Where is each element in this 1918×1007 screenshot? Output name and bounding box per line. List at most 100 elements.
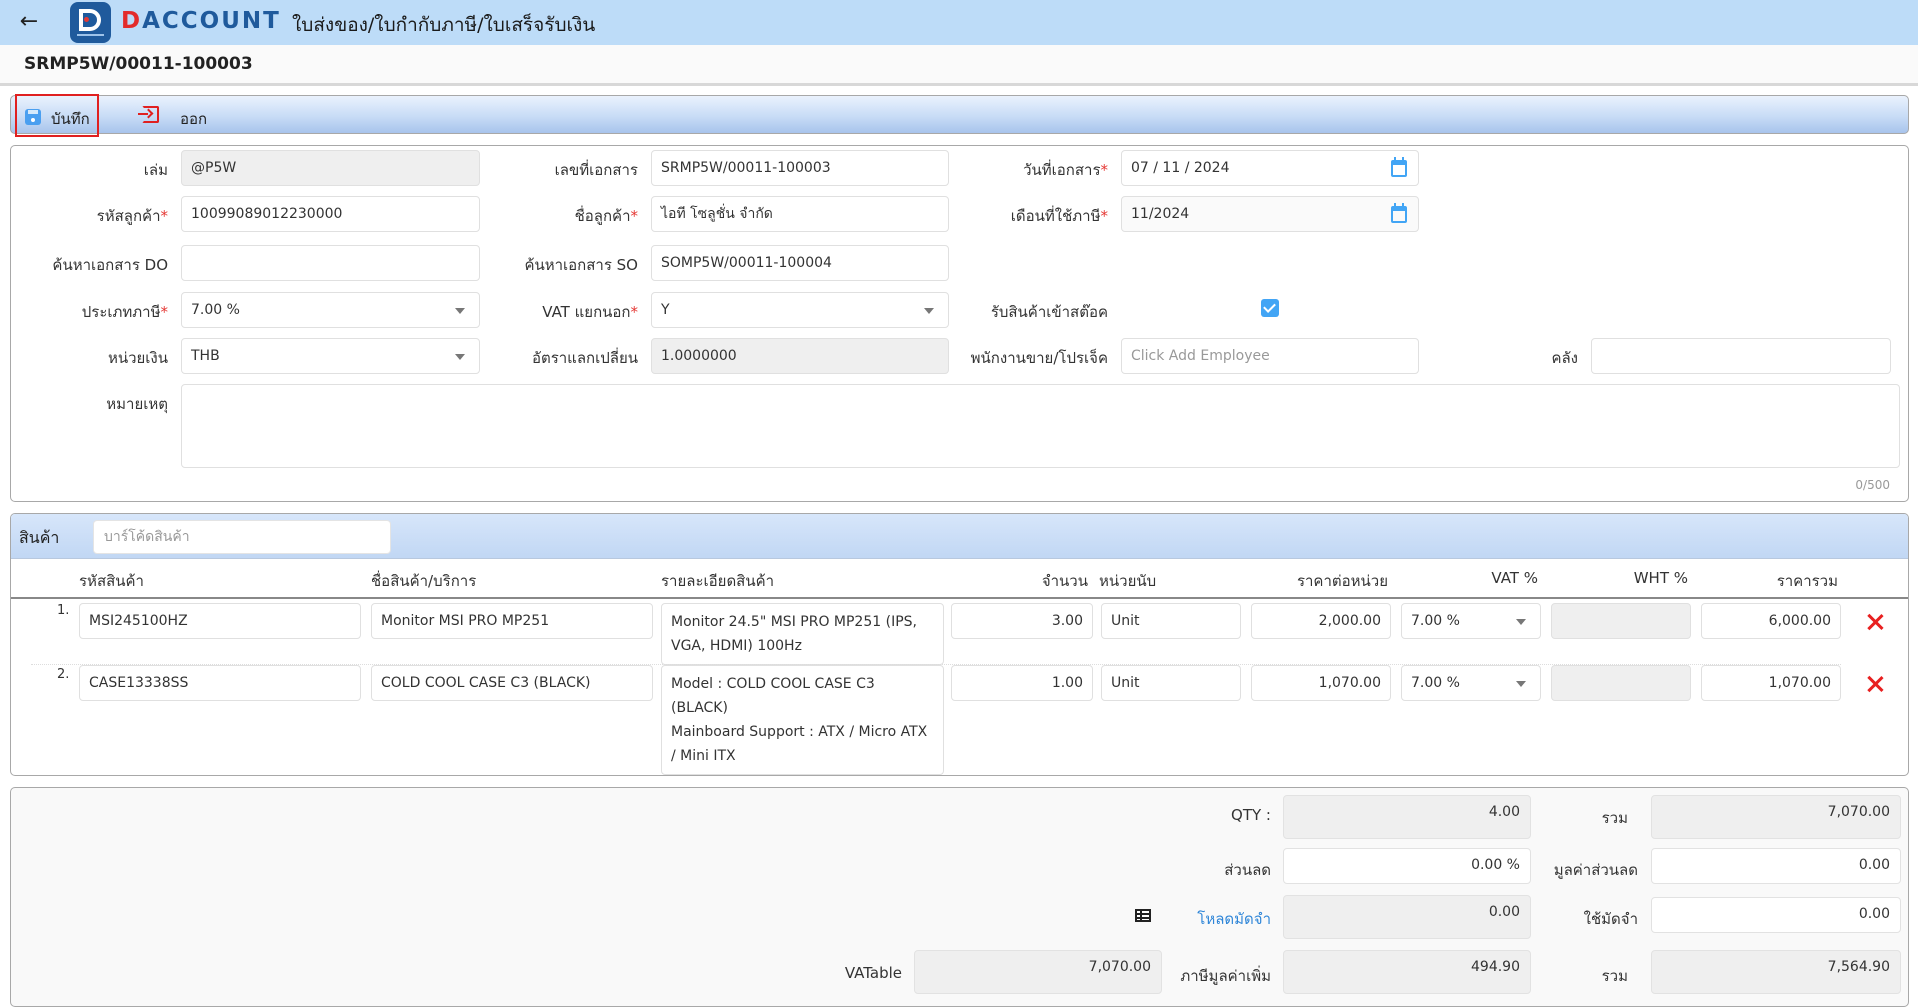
- column-header-unit: หน่วยนับ: [1099, 572, 1157, 590]
- products-bar: สินค้า บาร์โค้ดสินค้า: [11, 514, 1908, 559]
- product-name-field[interactable]: Monitor MSI PRO MP251: [371, 603, 653, 639]
- dropdown-caret-icon: [455, 354, 465, 360]
- remarks-label: หมายเหตุ: [106, 395, 168, 413]
- qty-total-field: 4.00: [1283, 795, 1531, 839]
- floppy-disk-icon: [25, 109, 41, 125]
- row-number: 2.: [57, 667, 70, 682]
- save-label: บันทึก: [51, 110, 90, 128]
- column-header-name: ชื่อสินค้า/บริการ: [371, 572, 477, 590]
- vatable-label: VATable: [844, 964, 902, 982]
- product-detail-field[interactable]: Model : COLD COOL CASE C3 (BLACK) Mainbo…: [661, 665, 944, 775]
- tax-month-field[interactable]: 11/2024: [1121, 196, 1419, 232]
- delete-row-icon[interactable]: [1866, 613, 1884, 631]
- line-total-field[interactable]: 1,070.00: [1701, 665, 1841, 701]
- book-field[interactable]: @P5W: [181, 150, 480, 186]
- table-list-icon[interactable]: [1135, 909, 1151, 922]
- dropdown-caret-icon: [924, 308, 934, 314]
- currency-label: หน่วยเงิน: [107, 349, 168, 367]
- search-so-field[interactable]: SOMP5W/00011-100004: [651, 245, 949, 281]
- vat-separate-select[interactable]: Y: [651, 292, 949, 328]
- discount-amount-field[interactable]: 0.00: [1651, 848, 1901, 884]
- line-total-field[interactable]: 6,000.00: [1701, 603, 1841, 639]
- calendar-icon[interactable]: [1391, 157, 1407, 177]
- customer-code-label: รหัสลูกค้า*: [96, 207, 168, 225]
- vat-separate-value: Y: [661, 302, 670, 318]
- exchange-rate-label: อัตราแลกเปลี่ยน: [531, 349, 638, 367]
- calendar-icon[interactable]: [1391, 203, 1407, 223]
- vat-amount-field: 494.90: [1283, 950, 1531, 994]
- column-header-wht: WHT %: [1633, 569, 1688, 587]
- subtotal-label: รวม: [1601, 809, 1628, 827]
- column-header-vat: VAT %: [1491, 569, 1538, 587]
- warehouse-label: คลัง: [1551, 349, 1578, 367]
- products-label: สินค้า: [19, 528, 60, 547]
- barcode-input[interactable]: บาร์โค้ดสินค้า: [93, 520, 391, 554]
- products-table-header: รหัสสินค้า ชื่อสินค้า/บริการ รายละเอียดส…: [11, 559, 1908, 599]
- salesperson-field[interactable]: Click Add Employee: [1121, 338, 1419, 374]
- tax-type-select[interactable]: 7.00 %: [181, 292, 480, 328]
- document-bar: SRMP5W/00011-100003: [0, 45, 1918, 86]
- doc-no-field[interactable]: SRMP5W/00011-100003: [651, 150, 949, 186]
- doc-date-value: 07 / 11 / 2024: [1131, 160, 1230, 176]
- remarks-textarea[interactable]: [181, 384, 1900, 468]
- tax-month-label: เดือนที่ใช้ภาษี*: [1010, 207, 1108, 225]
- grand-total-label: รวม: [1601, 967, 1628, 985]
- back-arrow-icon[interactable]: ←: [16, 9, 42, 35]
- warehouse-field[interactable]: [1591, 338, 1891, 374]
- discount-amount-label: มูลค่าส่วนลด: [1553, 861, 1638, 879]
- vat-amount-label: ภาษีมูลค่าเพิ่ม: [1180, 967, 1271, 985]
- use-deposit-field[interactable]: 0.00: [1651, 897, 1901, 933]
- exit-button[interactable]: ออก: [136, 98, 216, 132]
- tax-type-value: 7.00 %: [191, 302, 240, 318]
- unit-price-field[interactable]: 1,070.00: [1251, 665, 1391, 701]
- tax-month-value: 11/2024: [1131, 206, 1190, 222]
- vat-select[interactable]: 7.00 %: [1401, 603, 1541, 639]
- discount-label: ส่วนลด: [1224, 861, 1271, 879]
- customer-code-field[interactable]: 10099089012230000: [181, 196, 480, 232]
- exchange-rate-field[interactable]: 1.0000000: [651, 338, 949, 374]
- column-header-unit-price: ราคาต่อหน่วย: [1296, 572, 1388, 590]
- toolbar: บันทึก ออก: [10, 94, 1909, 137]
- customer-name-field[interactable]: ไอที โซลูชั่น จำกัด: [651, 196, 949, 232]
- search-do-label: ค้นหาเอกสาร DO: [52, 256, 168, 274]
- doc-date-label: วันที่เอกสาร*: [1023, 161, 1108, 179]
- wht-field[interactable]: [1551, 665, 1691, 701]
- sign-in-icon: [138, 106, 159, 123]
- use-deposit-label: ใช้มัดจำ: [1583, 910, 1638, 928]
- qty-field[interactable]: 3.00: [951, 603, 1093, 639]
- book-label: เล่ม: [143, 161, 168, 179]
- column-header-code: รหัสสินค้า: [79, 572, 144, 590]
- logo-wordmark: DACCOUNT: [121, 8, 281, 34]
- column-header-qty: จำนวน: [1041, 572, 1088, 590]
- grand-total-field: 7,564.90: [1651, 950, 1901, 994]
- save-button[interactable]: บันทึก: [15, 94, 99, 137]
- currency-select[interactable]: THB: [181, 338, 480, 374]
- product-code-field[interactable]: CASE13338SS: [79, 665, 361, 701]
- doc-date-field[interactable]: 07 / 11 / 2024: [1121, 150, 1419, 186]
- remarks-char-counter: 0/500: [1855, 478, 1890, 492]
- doc-no-label: เลขที่เอกสาร: [554, 161, 638, 179]
- product-code-field[interactable]: MSI245100HZ: [79, 603, 361, 639]
- subtotal-field: 7,070.00: [1651, 795, 1901, 839]
- product-detail-field[interactable]: Monitor 24.5" MSI PRO MP251 (IPS, VGA, H…: [661, 603, 944, 665]
- document-form: เล่ม @P5W เลขที่เอกสาร SRMP5W/00011-1000…: [10, 145, 1909, 502]
- unit-field[interactable]: Unit: [1101, 665, 1241, 701]
- discount-percent-field[interactable]: 0.00 %: [1283, 848, 1531, 884]
- qty-field[interactable]: 1.00: [951, 665, 1093, 701]
- load-deposit-link[interactable]: โหลดมัดจำ: [1197, 907, 1271, 931]
- wht-field[interactable]: [1551, 603, 1691, 639]
- search-do-field[interactable]: [181, 245, 480, 281]
- row-number: 1.: [57, 603, 70, 618]
- vatable-field: 7,070.00: [914, 950, 1162, 994]
- column-header-total: ราคารวม: [1776, 572, 1838, 590]
- vat-separate-label: VAT แยกนอก*: [542, 303, 638, 321]
- dropdown-caret-icon: [1516, 681, 1526, 687]
- unit-price-field[interactable]: 2,000.00: [1251, 603, 1391, 639]
- dropdown-caret-icon: [1516, 619, 1526, 625]
- product-name-field[interactable]: COLD COOL CASE C3 (BLACK): [371, 665, 653, 701]
- unit-field[interactable]: Unit: [1101, 603, 1241, 639]
- receive-stock-checkbox[interactable]: [1261, 299, 1279, 317]
- delete-row-icon[interactable]: [1866, 675, 1884, 693]
- vat-select[interactable]: 7.00 %: [1401, 665, 1541, 701]
- search-so-label: ค้นหาเอกสาร SO: [524, 256, 638, 274]
